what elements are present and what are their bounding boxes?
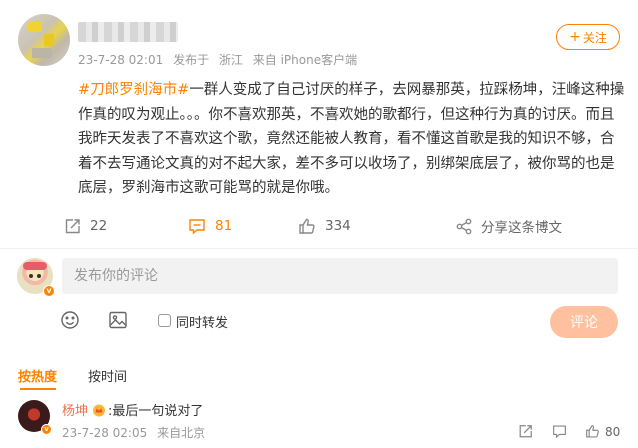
repost-icon xyxy=(519,425,532,438)
comment-meta: 23-7-28 02:05 来自北京 xyxy=(62,424,211,441)
like-button[interactable]: 334 xyxy=(298,212,351,240)
comment-button[interactable]: 81 xyxy=(188,212,232,240)
comment-repost-button[interactable] xyxy=(518,424,533,439)
hashtag-link[interactable]: #刀郎罗刹海市# xyxy=(78,82,189,98)
post-header: 23-7-28 02:01 发布于 浙江 来自 iPhone客户端 + 关注 xyxy=(0,0,638,75)
post-location: 浙江 xyxy=(218,53,243,67)
post-client: 来自 iPhone客户端 xyxy=(252,53,358,67)
follow-button[interactable]: + 关注 xyxy=(556,24,620,50)
repost-button[interactable]: 22 xyxy=(64,212,107,240)
comment-text: :最后一句说对了 xyxy=(108,404,204,419)
like-icon xyxy=(299,218,315,234)
comment-icon xyxy=(189,218,205,235)
comment-location: 来自北京 xyxy=(157,426,206,440)
post-content: #刀郎罗刹海市#一群人变成了自己讨厌的样子，去网暴那英，拉踩杨坤，汪峰这种操作真… xyxy=(78,78,626,201)
comment-count: 81 xyxy=(215,218,233,234)
follow-label: 关注 xyxy=(582,30,607,45)
tab-sort-hot[interactable]: 按热度 xyxy=(18,366,57,385)
divider xyxy=(0,248,638,249)
comment-time: 23-7-28 02:05 xyxy=(62,426,148,440)
composer-tools: 同时转发 评论 xyxy=(0,306,638,338)
like-icon xyxy=(586,425,599,438)
repost-checkbox-label[interactable]: 同时转发 xyxy=(176,312,228,331)
author-avatar[interactable] xyxy=(18,14,70,66)
share-icon xyxy=(456,218,472,234)
comment-line: 杨坤 :最后一句说对了 xyxy=(62,400,203,419)
repost-checkbox[interactable] xyxy=(158,314,171,327)
comment-sort-tabs: 按热度 按时间 xyxy=(0,366,638,390)
emoji-icon[interactable] xyxy=(60,310,80,330)
comment-icon xyxy=(553,425,566,439)
comment-item: v 杨坤 :最后一句说对了 23-7-28 02:05 来自北京 80 xyxy=(0,396,638,448)
like-count: 334 xyxy=(325,218,351,234)
post-meta: 23-7-28 02:01 发布于 浙江 来自 iPhone客户端 xyxy=(78,51,363,68)
author-name-blurred[interactable] xyxy=(78,22,178,42)
comment-like-button[interactable]: 80 xyxy=(585,424,620,439)
comment-reply-button[interactable] xyxy=(552,424,567,439)
crown-icon xyxy=(93,404,106,417)
commenter-name[interactable]: 杨坤 xyxy=(62,404,88,419)
plus-icon: + xyxy=(569,29,581,45)
active-tab-underline xyxy=(20,388,56,390)
post-time[interactable]: 23-7-28 02:01 xyxy=(78,53,163,67)
tab-sort-time[interactable]: 按时间 xyxy=(88,366,127,385)
comment-like-count: 80 xyxy=(605,424,621,439)
post-body: 一群人变成了自己讨厌的样子，去网暴那英，拉踩杨坤，汪峰这种操作真的叹为观止。。。… xyxy=(78,82,625,196)
repost-count: 22 xyxy=(90,218,108,234)
image-icon[interactable] xyxy=(108,310,128,330)
repost-icon xyxy=(65,218,80,233)
comment-input[interactable] xyxy=(62,258,618,294)
verified-badge-icon: v xyxy=(41,424,52,435)
post-action-bar: 22 81 334 分享这条博文 xyxy=(0,212,638,240)
share-label: 分享这条博文 xyxy=(481,220,562,236)
verified-badge-icon: v xyxy=(43,285,55,297)
submit-comment-button[interactable]: 评论 xyxy=(550,306,618,338)
share-button[interactable]: 分享这条博文 xyxy=(456,212,562,240)
post-source-prefix: 发布于 xyxy=(173,53,210,67)
